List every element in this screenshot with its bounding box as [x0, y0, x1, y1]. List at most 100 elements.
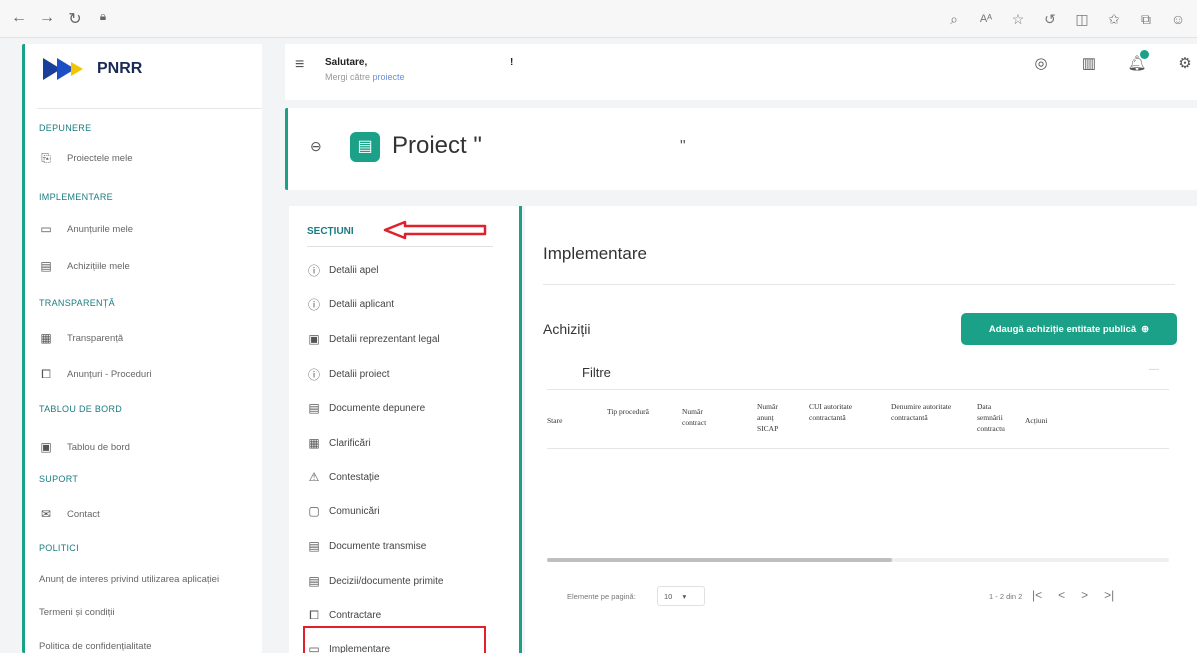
document-icon: ▤: [308, 539, 320, 553]
horizontal-scrollbar-thumb[interactable]: [547, 558, 892, 562]
goto-projects-link[interactable]: proiecte: [373, 72, 405, 82]
sidebar-item-proiectele-mele[interactable]: ⎘ Proiectele mele: [39, 151, 132, 166]
file-enter-icon: ⎘: [41, 151, 51, 165]
sidebar-item-anunturi-proceduri[interactable]: ⧠ Anunțuri - Proceduri: [39, 367, 151, 382]
notification-bell-icon[interactable]: 🔔︎: [1125, 50, 1149, 72]
favorites-icon[interactable]: ✩: [1103, 11, 1125, 28]
section-label: Documente depunere: [329, 402, 426, 414]
back-circle-icon[interactable]: ⊖: [310, 138, 322, 155]
section-label: Contestație: [329, 471, 380, 483]
sidebar: PNRR DEPUNERE ⎘ Proiectele mele IMPLEMEN…: [22, 44, 262, 653]
document-icon: ▤: [308, 574, 320, 588]
page-range: 1 - 2 din 2: [989, 592, 1023, 601]
sidebar-item-label: Anunțuri - Proceduri: [67, 369, 152, 380]
last-page-icon[interactable]: >|: [1104, 588, 1114, 602]
dashboard-icon: ▣: [40, 440, 52, 454]
section-comunicari[interactable]: ▢ Comunicări: [307, 504, 379, 518]
favorite-star-icon[interactable]: ☆: [1007, 11, 1029, 28]
refresh-icon[interactable]: ↻: [62, 9, 88, 29]
id-card-icon: ▣: [308, 332, 320, 346]
sidebar-item-achizitiile-mele[interactable]: ▤ Achizițiile mele: [39, 259, 130, 273]
next-page-icon[interactable]: >: [1081, 588, 1088, 602]
th-cui-autoritate[interactable]: CUI autoritate contractantă: [809, 401, 869, 423]
warning-icon: ⚠: [308, 470, 320, 484]
sidebar-item-contact[interactable]: ✉ Contact: [39, 507, 100, 521]
sidebar-item-label: Anunțurile mele: [67, 223, 134, 235]
add-achizitie-button[interactable]: Adaugă achiziție entitate publică ⊕: [961, 313, 1177, 345]
sidebar-heading-transparenta: TRANSPARENȚĂ: [39, 298, 115, 308]
sidebar-link-confidentialitate[interactable]: Politica de confidențialitate: [39, 641, 152, 652]
text-size-icon[interactable]: A͏ᴬ: [975, 13, 997, 25]
sidebar-item-tablou-de-bord[interactable]: ▣ Tablou de bord: [39, 440, 130, 454]
th-tip-procedura[interactable]: Tip procedură: [607, 406, 652, 417]
section-documente-depunere[interactable]: ▤ Documente depunere: [307, 401, 425, 415]
section-label: Detalii apel: [329, 265, 379, 276]
settings-icon[interactable]: ⚙: [1173, 54, 1197, 72]
section-documente-transmise[interactable]: ▤ Documente transmise: [307, 539, 426, 553]
sidebar-heading-politici: POLITICI: [39, 543, 79, 553]
sidebar-item-label: Contact: [67, 508, 100, 520]
info-icon: ⓘ: [307, 368, 320, 382]
menu-icon[interactable]: ≡: [295, 56, 304, 74]
implementare-title: Implementare: [543, 244, 647, 263]
account-icon[interactable]: ◎: [1029, 54, 1053, 72]
collapse-icon[interactable]: —: [1149, 364, 1159, 375]
sidebar-heading-suport: SUPORT: [39, 474, 79, 484]
sidebar-heading-tablou-de-bord: TABLOU DE BORD: [39, 404, 123, 414]
title-divider: [543, 284, 1175, 285]
section-detalii-apel[interactable]: ⓘ Detalii apel: [307, 262, 379, 279]
section-detalii-proiect[interactable]: ⓘ Detalii proiect: [307, 366, 390, 383]
sidebar-link-termeni[interactable]: Termeni și condiții: [39, 607, 115, 618]
th-actiuni[interactable]: Acțiuni: [1025, 415, 1048, 426]
organization-icon[interactable]: ▥: [1077, 54, 1101, 72]
th-numar-anunt-sicap[interactable]: Număr anunț SICAP: [757, 401, 793, 434]
section-contestatie[interactable]: ⚠ Contestație: [307, 470, 380, 484]
sidebar-item-transparenta[interactable]: ▦ Transparență: [39, 331, 123, 345]
per-page-select[interactable]: 10 ▾: [657, 586, 705, 606]
section-label: Documente transmise: [329, 540, 427, 552]
greeting: Salutare,: [325, 57, 368, 68]
section-detalii-reprezentant[interactable]: ▣ Detalii reprezentant legal: [307, 332, 439, 346]
section-label: Detalii proiect: [329, 369, 390, 380]
highlight-box-annotation: [303, 626, 486, 653]
browser-toolbar: ← → ↻ 🔒︎ ⌕ A͏ᴬ ☆ ↺ ◫ ✩ ⧉ ☺: [0, 0, 1197, 38]
th-denumire-autoritate[interactable]: Denumire autoritate contractantă: [891, 401, 953, 423]
sidebar-divider: [37, 108, 262, 109]
sidebar-link-anunt-interes[interactable]: Anunț de interes privind utilizarea apli…: [39, 574, 219, 585]
goto-projects: Mergi către proiecte: [325, 72, 405, 82]
profile-icon[interactable]: ☺: [1167, 11, 1189, 27]
logo[interactable]: PNRR: [43, 58, 142, 80]
read-aloud-icon[interactable]: ⌕: [943, 11, 965, 28]
section-clarificari[interactable]: ▦ Clarificări: [307, 436, 370, 450]
th-stare[interactable]: Stare: [547, 415, 562, 426]
extension-icon[interactable]: ↺: [1039, 11, 1061, 28]
section-contractare[interactable]: ⧠ Contractare: [307, 608, 381, 623]
info-icon: ⓘ: [307, 264, 320, 278]
back-icon[interactable]: ←: [6, 9, 32, 29]
lock-icon[interactable]: 🔒︎: [90, 9, 116, 29]
section-decizii-documente[interactable]: ▤ Decizii/documente primite: [307, 574, 444, 588]
sidebar-item-label: Tablou de bord: [67, 441, 130, 453]
prev-page-icon[interactable]: <: [1058, 588, 1065, 602]
sections-divider: [307, 246, 493, 247]
section-detalii-aplicant[interactable]: ⓘ Detalii aplicant: [307, 296, 394, 313]
section-label: Contractare: [329, 610, 382, 621]
sidebar-item-label: Achizițiile mele: [67, 260, 130, 272]
mail-icon: ✉: [40, 507, 52, 521]
copy-icon: ⧠: [309, 608, 319, 622]
sidebar-item-anunturile-mele[interactable]: ▭ Anunțurile mele: [39, 222, 133, 236]
notification-badge: [1140, 50, 1149, 59]
section-label: Decizii/documente primite: [329, 575, 444, 587]
forward-icon[interactable]: →: [34, 9, 60, 29]
collections-icon[interactable]: ⧉: [1135, 11, 1157, 28]
document-icon: ▤: [308, 401, 320, 415]
info-icon: ⓘ: [307, 298, 320, 312]
chat-icon: ▢: [308, 504, 320, 518]
split-screen-icon[interactable]: ◫: [1071, 11, 1093, 28]
paginator: Elemente pe pagină: 10 ▾ 1 - 2 din 2 |< …: [547, 586, 1169, 608]
first-page-icon[interactable]: |<: [1032, 588, 1042, 602]
th-data-semnarii[interactable]: Data semnării contractu: [977, 401, 1017, 434]
th-numar-contract[interactable]: Număr contract: [682, 406, 724, 428]
goto-prefix: Mergi către: [325, 72, 371, 82]
filters-panel[interactable]: Filtre —: [547, 354, 1169, 390]
